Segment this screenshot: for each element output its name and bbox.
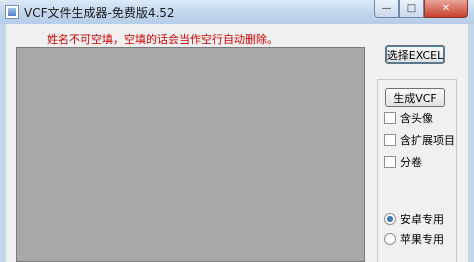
close-icon: ✕ (441, 3, 451, 14)
radio-selected-icon (384, 213, 396, 225)
checkbox-icon (384, 134, 396, 146)
include-extended-checkbox[interactable]: 含扩展项目 (384, 132, 455, 148)
radio-unselected-icon (384, 233, 396, 245)
checkbox-icon (384, 112, 396, 124)
apple-radio[interactable]: 苹果专用 (384, 231, 444, 247)
checkbox-icon (384, 156, 396, 168)
window-controls: — □ ✕ (374, 0, 468, 18)
include-avatar-label: 含头像 (400, 112, 433, 125)
android-label: 安卓专用 (400, 213, 444, 226)
maximize-icon: □ (406, 3, 417, 14)
contact-list-area[interactable] (16, 47, 365, 262)
split-volume-label: 分卷 (400, 156, 422, 169)
include-extended-label: 含扩展项目 (400, 134, 455, 147)
warning-text: 姓名不可空填，空填的话会当作空行自动删除。 (47, 33, 278, 46)
close-button[interactable]: ✕ (424, 0, 468, 18)
title-bar[interactable]: VCF文件生成器-免费版4.52 — □ ✕ (0, 0, 474, 25)
minimize-icon: — (381, 3, 392, 14)
apple-label: 苹果专用 (400, 233, 444, 246)
split-volume-checkbox[interactable]: 分卷 (384, 154, 422, 170)
android-radio[interactable]: 安卓专用 (384, 211, 444, 227)
generate-vcf-button[interactable]: 生成VCF (385, 88, 445, 107)
maximize-button[interactable]: □ (399, 0, 424, 18)
select-excel-button[interactable]: 选择EXCEL (385, 45, 445, 64)
app-icon (5, 5, 19, 19)
minimize-button[interactable]: — (374, 0, 399, 18)
window-title: VCF文件生成器-免费版4.52 (24, 6, 175, 20)
include-avatar-checkbox[interactable]: 含头像 (384, 110, 433, 126)
